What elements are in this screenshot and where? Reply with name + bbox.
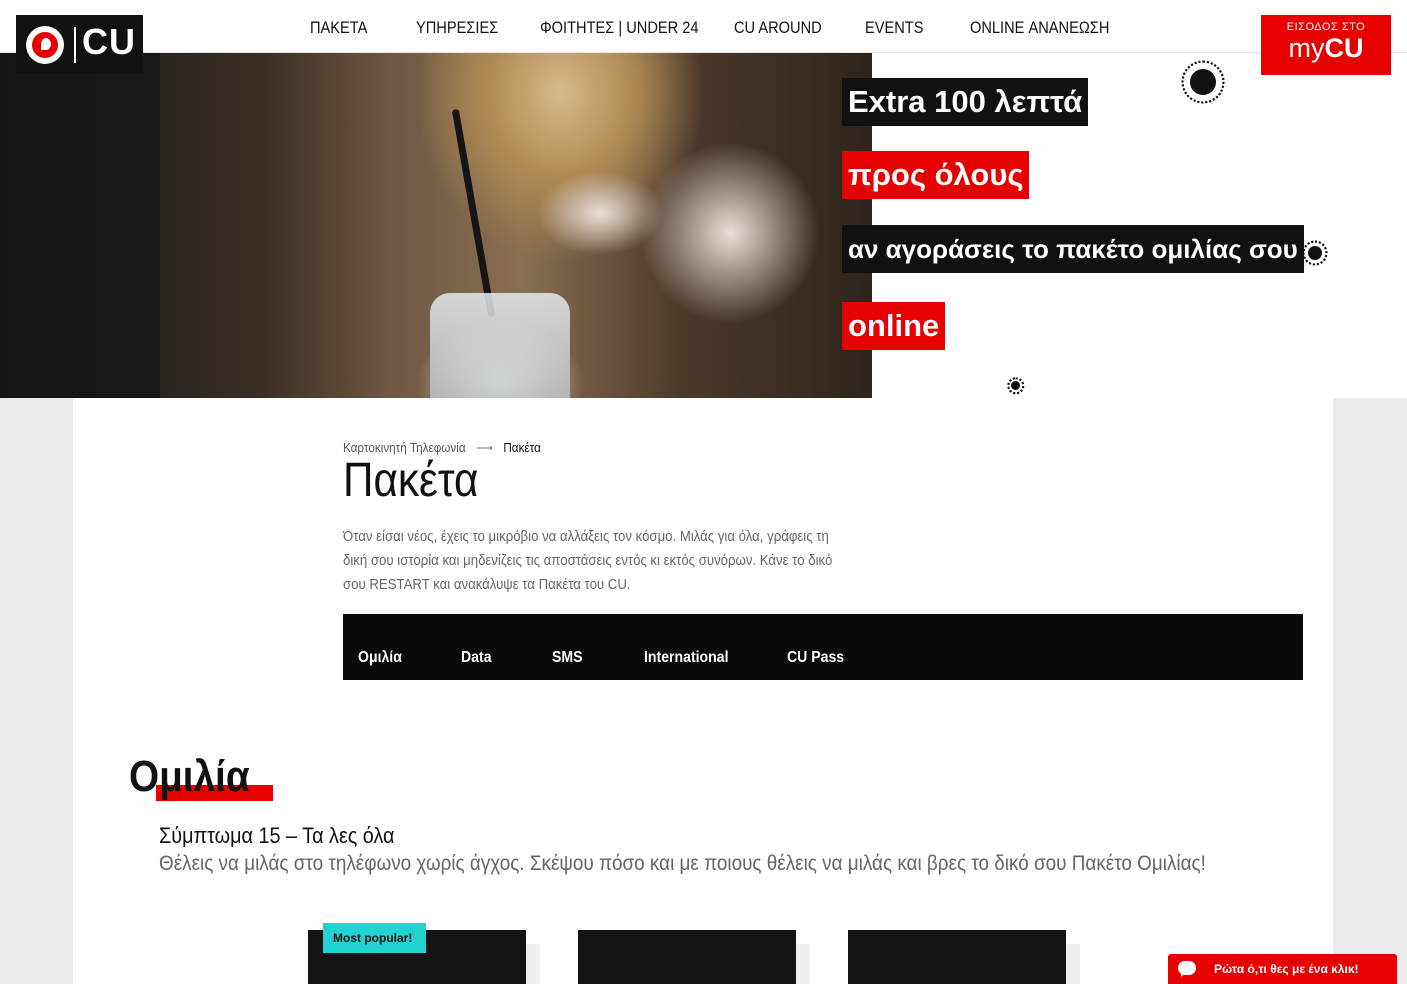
nav-item-paketa[interactable]: ΠΑΚΕΤΑ — [310, 18, 401, 38]
chat-bubble-icon — [1178, 961, 1196, 977]
vodafone-logo-icon — [26, 26, 64, 64]
promo-line-4: online — [842, 302, 946, 350]
main-nav: ΠΑΚΕΤΑ ΥΠΗΡΕΣΙΕΣ ΦΟΙΤΗΤΕΣ | UNDER 24 CU … — [310, 18, 1110, 38]
site-header: ΠΑΚΕΤΑ ΥΠΗΡΕΣΙΕΣ ΦΟΙΤΗΤΕΣ | UNDER 24 CU … — [0, 0, 1407, 53]
breadcrumb-current: Πακέτα — [503, 440, 541, 455]
page-intro: Όταν είσαι νέος, έχεις το μικρόβιο να αλ… — [343, 528, 833, 593]
mycu-login-label: ΕΙΣΟΔΟΣ ΣΤΟ — [1286, 21, 1366, 33]
section-subtitle: Σύμπτωμα 15 – Τα λες όλα — [159, 823, 395, 848]
logo-text: CU — [82, 21, 136, 62]
mycu-cu: CU — [1324, 33, 1364, 63]
content-panel — [73, 398, 1333, 984]
tab-sms[interactable]: SMS — [552, 649, 583, 667]
nav-item-cu-around[interactable]: CU AROUND — [734, 18, 847, 38]
nav-item-foitites[interactable]: ΦΟΙΤΗΤΕΣ | UNDER 24 — [540, 18, 707, 38]
section-description: Θέλεις να μιλάς στο τηλέφωνο χωρίς άγχος… — [159, 852, 1206, 875]
nav-item-ypiresies[interactable]: ΥΠΗΡΕΣΙΕΣ — [416, 18, 523, 38]
logo-divider — [74, 27, 76, 63]
chat-widget-button[interactable]: Ρώτα ό,τι θες με ένα κλικ! — [1168, 954, 1397, 984]
hero-banner[interactable]: Extra 100 λεπτά προς όλους αν αγοράσεις … — [0, 53, 1407, 398]
virus-icon — [1011, 381, 1020, 390]
nav-item-online-ananeosi[interactable]: ONLINE ΑΝΑΝΕΩΣΗ — [970, 18, 1109, 38]
chat-widget-label: Ρώτα ό,τι θες με ένα κλικ! — [1214, 962, 1359, 976]
tab-omilia[interactable]: Ομιλία — [358, 649, 402, 667]
mycu-login-button[interactable]: ΕΙΣΟΔΟΣ ΣΤΟ myCU — [1261, 15, 1391, 75]
most-popular-badge: Most popular! — [323, 923, 426, 953]
tab-data[interactable]: Data — [461, 649, 492, 667]
section-title: Ομιλία — [129, 752, 250, 801]
virus-icon — [1308, 246, 1322, 260]
nav-item-events[interactable]: EVENTS — [865, 18, 955, 38]
breadcrumb-arrow-icon: ⟶ — [476, 440, 493, 455]
promo-line-2: προς όλους — [842, 151, 1030, 199]
package-card[interactable] — [848, 930, 1066, 984]
page-title: Πακέτα — [343, 454, 479, 507]
tab-cu-pass[interactable]: CU Pass — [787, 649, 844, 667]
virus-icon — [1190, 69, 1216, 95]
mycu-my: my — [1288, 33, 1325, 63]
hero-photo — [0, 53, 872, 398]
tab-international[interactable]: International — [644, 649, 728, 667]
cu-logo[interactable]: CU — [16, 15, 143, 74]
package-card[interactable] — [578, 930, 796, 984]
promo-line-1: Extra 100 λεπτά — [842, 78, 1089, 126]
promo-line-3: αν αγοράσεις το πακέτο ομιλίας σου — [842, 225, 1304, 273]
hero-photo-straw — [451, 108, 496, 318]
package-tabs: Ομιλία Data SMS International CU Pass — [343, 614, 1303, 680]
hero-photo-shadow — [0, 53, 160, 398]
hero-photo-cup — [430, 293, 570, 398]
mycu-brand: myCU — [1261, 33, 1391, 64]
